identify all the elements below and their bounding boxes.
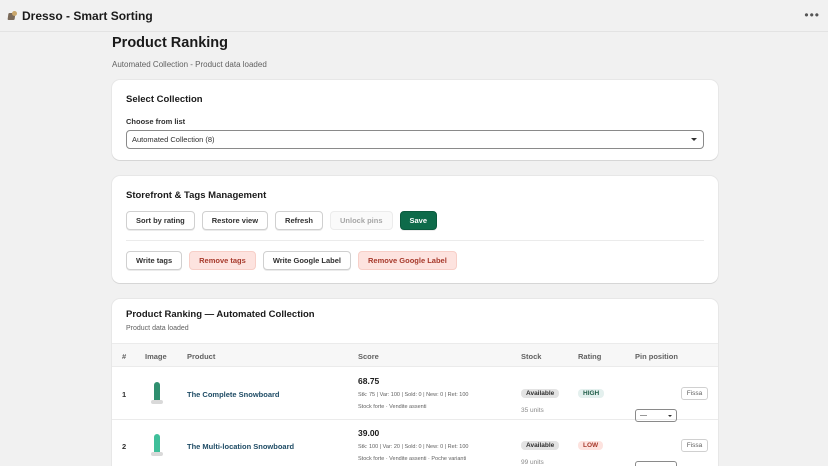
rating-badge: LOW bbox=[578, 441, 604, 450]
score-notes: Stock forte · Vendite assenti bbox=[358, 404, 427, 410]
score-cell: 39.00 Stk: 100 | Var: 20 | Sold: 0 | New… bbox=[358, 428, 468, 462]
remove-tags-button[interactable]: Remove tags bbox=[189, 251, 256, 270]
collection-select-value: Automated Collection (8) bbox=[132, 135, 215, 144]
pin-fix-button[interactable]: Fissa bbox=[681, 387, 708, 400]
table-row: 1 The Complete Snowboard 68.75 Stk: 75 |… bbox=[112, 368, 718, 422]
pin-position-select[interactable]: — bbox=[635, 461, 677, 466]
stock-units: 99 units bbox=[521, 459, 544, 466]
column-header-pin-position: Pin position bbox=[635, 352, 678, 361]
column-header-product: Product bbox=[187, 352, 216, 361]
score-breakdown: Stk: 100 | Var: 20 | Sold: 0 | New: 0 | … bbox=[358, 444, 469, 450]
rating-badge: HIGH bbox=[578, 389, 605, 398]
storefront-tags-title: Storefront & Tags Management bbox=[126, 190, 267, 201]
row-number: 2 bbox=[122, 442, 127, 451]
product-name-link[interactable]: The Complete Snowboard bbox=[187, 390, 280, 399]
score-value: 68.75 bbox=[358, 376, 380, 386]
stock-cell: Available 99 units bbox=[521, 434, 560, 466]
actions-divider bbox=[126, 240, 704, 241]
app-logo-icon bbox=[8, 10, 18, 21]
score-cell: 68.75 Stk: 75 | Var: 100 | Sold: 0 | New… bbox=[358, 376, 468, 410]
column-header-image: Image bbox=[145, 352, 167, 361]
column-header-number: # bbox=[122, 352, 127, 361]
product-name-link[interactable]: The Multi-location Snowboard bbox=[187, 442, 294, 451]
product-ranking-card: Product Ranking — Automated Collection P… bbox=[112, 299, 718, 466]
pin-fix-button[interactable]: Fissa bbox=[681, 439, 708, 452]
stock-units: 35 units bbox=[521, 407, 544, 414]
stock-cell: Available 35 units bbox=[521, 382, 560, 414]
storefront-actions-row: Sort by rating Restore view Refresh Unlo… bbox=[126, 211, 704, 230]
product-image bbox=[149, 434, 165, 456]
remove-google-label-button[interactable]: Remove Google Label bbox=[358, 251, 457, 270]
refresh-button[interactable]: Refresh bbox=[275, 211, 323, 230]
ranking-subtitle: Product data loaded bbox=[126, 325, 189, 332]
save-button[interactable]: Save bbox=[399, 211, 438, 230]
chevron-down-icon bbox=[668, 415, 672, 417]
choose-from-list-label: Choose from list bbox=[126, 117, 186, 126]
pin-position-value: — bbox=[640, 412, 647, 419]
stock-status-badge: Available bbox=[521, 389, 560, 398]
table-header: # Image Product Score Stock Rating Pin p… bbox=[112, 343, 718, 367]
tags-actions-row: Write tags Remove tags Write Google Labe… bbox=[126, 251, 704, 270]
write-google-label-button[interactable]: Write Google Label bbox=[262, 251, 352, 270]
product-image bbox=[149, 382, 165, 404]
more-horizontal-icon[interactable]: ••• bbox=[804, 9, 820, 21]
unlock-pins-button[interactable]: Unlock pins bbox=[329, 211, 393, 230]
row-number: 1 bbox=[122, 390, 127, 399]
chevron-down-icon bbox=[691, 138, 697, 141]
storefront-tags-card: Storefront & Tags Management Sort by rat… bbox=[112, 176, 718, 283]
score-value: 39.00 bbox=[358, 428, 380, 438]
app-title: Dresso - Smart Sorting bbox=[22, 8, 153, 23]
select-collection-card: Select Collection Choose from list Autom… bbox=[112, 80, 718, 160]
page-header: Product Ranking Automated Collection - P… bbox=[112, 35, 267, 69]
write-tags-button[interactable]: Write tags bbox=[126, 251, 183, 270]
app-top-bar: Dresso - Smart Sorting ••• bbox=[0, 0, 828, 32]
stock-status-badge: Available bbox=[521, 441, 560, 450]
restore-view-button[interactable]: Restore view bbox=[201, 211, 269, 230]
select-collection-title: Select Collection bbox=[126, 94, 203, 105]
column-header-score: Score bbox=[358, 352, 379, 361]
ranking-title: Product Ranking — Automated Collection bbox=[126, 309, 315, 320]
column-header-stock: Stock bbox=[521, 352, 542, 361]
collection-select[interactable]: Automated Collection (8) bbox=[126, 130, 704, 149]
page-title: Product Ranking bbox=[112, 35, 229, 51]
table-row: 2 The Multi-location Snowboard 39.00 Stk… bbox=[112, 420, 718, 466]
column-header-rating: Rating bbox=[578, 352, 602, 361]
page-subtitle: Automated Collection - Product data load… bbox=[112, 60, 267, 69]
score-breakdown: Stk: 75 | Var: 100 | Sold: 0 | New: 0 | … bbox=[358, 392, 469, 398]
score-notes: Stock forte · Vendite assenti · Poche va… bbox=[358, 456, 467, 462]
sort-by-rating-button[interactable]: Sort by rating bbox=[126, 211, 195, 230]
